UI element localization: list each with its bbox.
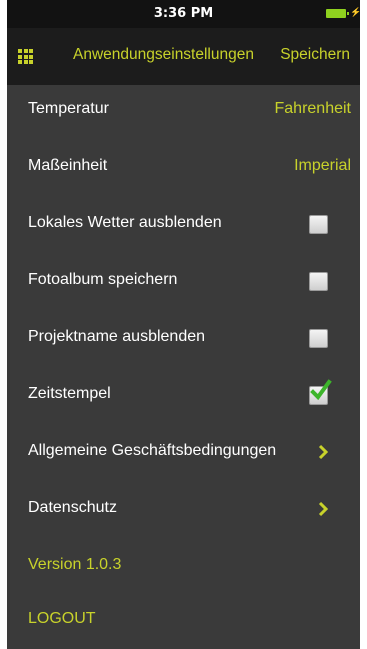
status-time: 3:36 PM: [153, 6, 214, 21]
page-title: Anwendungseinstellungen: [73, 46, 254, 63]
temperature-value[interactable]: Fahrenheit: [275, 100, 352, 118]
save-photo-album-label: Fotoalbum speichern: [28, 271, 178, 288]
terms-label: Allgemeine Geschäftsbedingungen: [28, 442, 277, 459]
version-text: Version 1.0.3: [28, 556, 122, 573]
timestamp-label: Zeitstempel: [28, 385, 111, 402]
timestamp-setting[interactable]: Zeitstempel: [7, 367, 360, 425]
temperature-setting[interactable]: Temperatur Fahrenheit: [7, 82, 360, 140]
logout-row[interactable]: LOGOUT: [7, 592, 360, 649]
chevron-right-icon: [318, 444, 328, 460]
privacy-link[interactable]: Datenschutz: [7, 481, 360, 539]
timestamp-checkbox[interactable]: [309, 379, 332, 405]
hide-project-name-label: Projektname ausblenden: [28, 328, 206, 345]
hide-local-weather-setting[interactable]: Lokales Wetter ausblenden: [7, 196, 360, 254]
status-bar: 3:36 PM ⚡: [7, 0, 360, 28]
save-button[interactable]: Speichern: [280, 46, 350, 64]
battery-icon: ⚡: [326, 8, 360, 18]
hide-local-weather-label: Lokales Wetter ausblenden: [28, 214, 222, 231]
chevron-right-icon: [318, 501, 328, 517]
logout-button[interactable]: LOGOUT: [28, 610, 96, 628]
save-photo-album-checkbox[interactable]: [309, 272, 328, 291]
save-photo-album-setting[interactable]: Fotoalbum speichern: [7, 253, 360, 311]
version-row: Version 1.0.3: [7, 538, 360, 596]
terms-link[interactable]: Allgemeine Geschäftsbedingungen: [7, 424, 360, 482]
navigation-bar: Anwendungseinstellungen Speichern: [7, 28, 360, 85]
unit-label: Maßeinheit: [28, 157, 108, 174]
unit-value[interactable]: Imperial: [294, 157, 351, 175]
grid-menu-icon[interactable]: [18, 49, 33, 64]
hide-project-name-setting[interactable]: Projektname ausblenden: [7, 310, 360, 368]
hide-local-weather-checkbox[interactable]: [309, 215, 328, 234]
privacy-label: Datenschutz: [28, 499, 117, 516]
hide-project-name-checkbox[interactable]: [309, 329, 328, 348]
checkmark-icon: [310, 379, 332, 401]
unit-setting[interactable]: Maßeinheit Imperial: [7, 139, 360, 197]
temperature-label: Temperatur: [28, 100, 109, 117]
app-screen: 3:36 PM ⚡ Anwendungseinstellungen Speich…: [7, 0, 360, 649]
